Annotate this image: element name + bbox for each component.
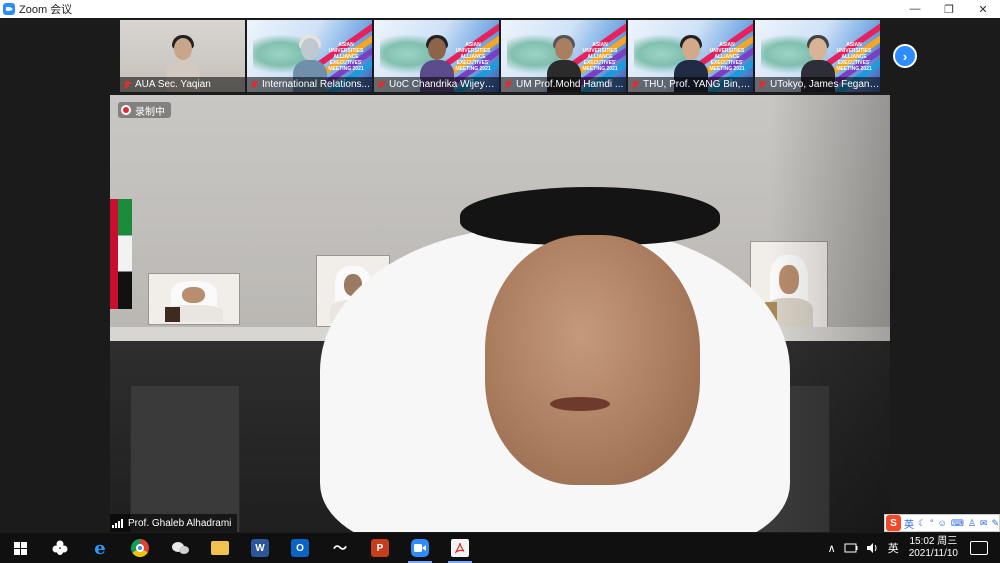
- speaker-namebar: Prof. Ghaleb Alhadrami: [110, 514, 238, 532]
- taskbar-zoom[interactable]: [400, 533, 440, 563]
- taskbar-ie[interactable]: e: [80, 533, 120, 563]
- speaker-name: Prof. Ghaleb Alhadrami: [128, 517, 232, 529]
- participant-namebar: THU, Prof. YANG Bin, V...: [628, 77, 753, 92]
- participant-thumb-0[interactable]: AUA Sec. Yaqian: [120, 20, 245, 92]
- ime-keyboard-icon[interactable]: ⌨: [951, 518, 964, 529]
- title-bar: Zoom 会议 — ❐ ✕: [0, 0, 1000, 18]
- participant-name: UTokyo, James Fegan, ...: [770, 79, 880, 90]
- participant-name: AUA Sec. Yaqian: [135, 79, 211, 90]
- banner-text: ASIAN UNIVERSITIES ALLIANCE EXECUTIVES' …: [328, 42, 364, 72]
- window-title: Zoom 会议: [19, 4, 73, 16]
- sogou-ime-icon[interactable]: S: [886, 515, 901, 531]
- mic-muted-icon: [376, 80, 386, 90]
- file-explorer-icon: [211, 541, 229, 555]
- participant-thumb-3[interactable]: ASIAN UNIVERSITIES ALLIANCE EXECUTIVES' …: [501, 20, 626, 92]
- participant-namebar: UM Prof.Mohd Hamdi ...: [501, 77, 626, 92]
- clock-time: 15:02 周三: [909, 536, 958, 547]
- input-language-indicator[interactable]: 英: [888, 540, 899, 556]
- portrait-frame: [148, 273, 240, 325]
- powerpoint-icon: P: [371, 539, 389, 557]
- ime-language-toggle[interactable]: 英: [904, 516, 914, 531]
- taskbar-wave-app[interactable]: 〜: [320, 533, 360, 563]
- acrobat-pdf-icon: [451, 539, 469, 557]
- next-page-button[interactable]: ›: [893, 44, 917, 68]
- ime-emoji-icon[interactable]: ☺: [938, 518, 947, 528]
- banner-text: ASIAN UNIVERSITIES ALLIANCE EXECUTIVES' …: [709, 42, 745, 72]
- ime-tools-icon[interactable]: ✎: [991, 518, 999, 529]
- participant-namebar: UoC Chandrika Wijeyar...: [374, 77, 499, 92]
- flower-app-icon: [52, 540, 68, 555]
- recording-label: 录制中: [135, 106, 165, 118]
- zoom-icon: [411, 539, 429, 557]
- mic-muted-icon: [503, 80, 513, 90]
- participant-namebar: AUA Sec. Yaqian: [120, 77, 245, 92]
- taskbar-word[interactable]: W: [240, 533, 280, 563]
- window-controls: — ❐ ✕: [898, 0, 1000, 18]
- outlook-icon: O: [291, 539, 309, 557]
- taskbar-wechat[interactable]: [160, 533, 200, 563]
- notification-center-icon[interactable]: [970, 541, 988, 555]
- participant-strip: AUA Sec. Yaqian ASIAN UNIVERSITIES ALLIA…: [120, 20, 880, 92]
- participant-thumb-5[interactable]: ASIAN UNIVERSITIES ALLIANCE EXECUTIVES' …: [755, 20, 880, 92]
- participant-thumb-1[interactable]: ASIAN UNIVERSITIES ALLIANCE EXECUTIVES' …: [247, 20, 372, 92]
- taskbar-outlook[interactable]: O: [280, 533, 320, 563]
- active-speaker-video: 录制中 Prof. Ghaleb Alhadrami: [110, 95, 890, 532]
- close-button[interactable]: ✕: [966, 0, 1000, 18]
- minimize-button[interactable]: —: [898, 0, 932, 18]
- participant-name: THU, Prof. YANG Bin, V...: [643, 79, 753, 90]
- banner-text: ASIAN UNIVERSITIES ALLIANCE EXECUTIVES' …: [582, 42, 618, 72]
- meeting-area: AUA Sec. Yaqian ASIAN UNIVERSITIES ALLIA…: [0, 18, 1000, 533]
- mic-muted-icon: [757, 80, 767, 90]
- clock-date: 2021/11/10: [908, 548, 958, 559]
- ime-punct-icon[interactable]: °: [930, 518, 934, 528]
- speaker-figure: [320, 187, 790, 532]
- wechat-icon: [171, 539, 189, 557]
- taskbar-chrome[interactable]: [120, 533, 160, 563]
- recording-indicator[interactable]: 录制中: [118, 102, 171, 118]
- windows-taskbar: e W O 〜 P ∧ 英 15:02 周三 2021/11/10: [0, 533, 1000, 563]
- signal-strength-icon: [112, 518, 124, 528]
- system-clock[interactable]: 15:02 周三 2021/11/10: [909, 536, 958, 560]
- word-icon: W: [251, 539, 269, 557]
- restore-button[interactable]: ❐: [932, 0, 966, 18]
- windows-logo-icon: [13, 541, 27, 555]
- participant-name: International Relations...: [262, 79, 370, 90]
- battery-icon[interactable]: [844, 542, 858, 554]
- participant-name: UoC Chandrika Wijeyar...: [389, 79, 499, 90]
- ime-moon-icon[interactable]: ☾: [918, 518, 926, 529]
- banner-text: ASIAN UNIVERSITIES ALLIANCE EXECUTIVES' …: [455, 42, 491, 72]
- ime-user-icon[interactable]: ♙: [968, 518, 976, 529]
- wave-app-icon: 〜: [333, 540, 347, 556]
- taskbar-powerpoint[interactable]: P: [360, 533, 400, 563]
- mic-muted-icon: [249, 80, 259, 90]
- participant-namebar: UTokyo, James Fegan, ...: [755, 77, 880, 92]
- mic-muted-icon: [122, 80, 132, 90]
- ime-skin-icon[interactable]: ✉: [980, 518, 988, 529]
- zoom-app-icon: [3, 3, 15, 15]
- mic-muted-icon: [630, 80, 640, 90]
- tray-overflow-chevron-icon[interactable]: ∧: [828, 542, 836, 555]
- chrome-icon: [131, 539, 149, 557]
- banner-text: ASIAN UNIVERSITIES ALLIANCE EXECUTIVES' …: [836, 42, 872, 72]
- participant-thumb-4[interactable]: ASIAN UNIVERSITIES ALLIANCE EXECUTIVES' …: [628, 20, 753, 92]
- internet-explorer-icon: e: [94, 537, 106, 559]
- volume-icon[interactable]: [866, 542, 880, 554]
- taskbar-shell-app[interactable]: [40, 533, 80, 563]
- system-tray: ∧ 英 15:02 周三 2021/11/10: [824, 533, 1000, 563]
- uae-flag: [110, 199, 132, 309]
- participant-thumb-2[interactable]: ASIAN UNIVERSITIES ALLIANCE EXECUTIVES' …: [374, 20, 499, 92]
- participant-name: UM Prof.Mohd Hamdi ...: [516, 79, 624, 90]
- taskbar-acrobat[interactable]: [440, 533, 480, 563]
- taskbar-explorer[interactable]: [200, 533, 240, 563]
- participant-namebar: International Relations...: [247, 77, 372, 92]
- start-button[interactable]: [0, 533, 40, 563]
- record-icon: [121, 105, 131, 115]
- ime-toolbar[interactable]: S 英 ☾ ° ☺ ⌨ ♙ ✉ ✎: [884, 514, 1000, 532]
